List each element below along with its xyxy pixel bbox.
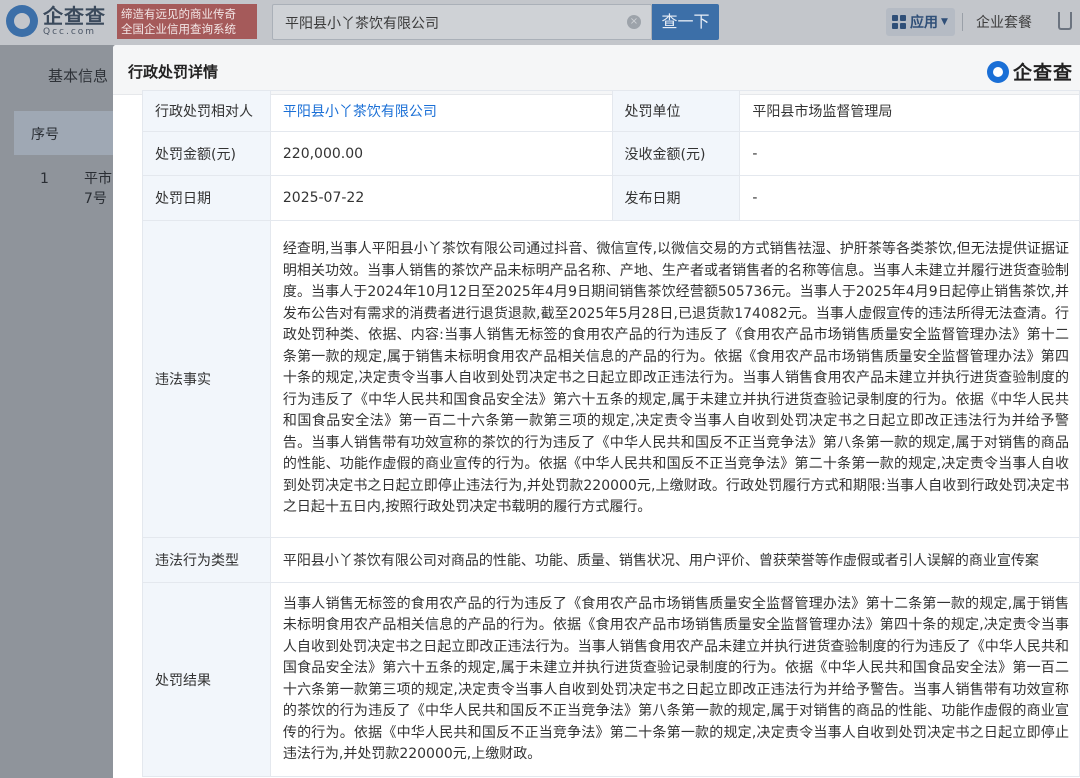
table-row: 处罚结果 当事人销售无标签的食用农产品的行为违反了《食用农产品市场销售质量安全监… — [142, 582, 1080, 777]
table-row: 处罚金额(元) 220,000.00 没收金额(元) - — [142, 131, 1080, 176]
search-input[interactable]: 平阳县小丫茶饮有限公司 × — [272, 4, 652, 40]
facts-label: 违法事实 — [142, 220, 271, 538]
row-text: 平市 7号 — [84, 169, 112, 209]
enterprise-package-link[interactable]: 企业套餐 — [976, 12, 1032, 32]
grid-icon — [892, 15, 906, 29]
penalty-detail-dialog: 行政处罚详情 企查查 行政处罚相对人 平阳县小丫茶饮有限公司 处罚单位 平阳县市… — [113, 45, 1080, 778]
penalty-detail-table: 行政处罚相对人 平阳县小丫茶饮有限公司 处罚单位 平阳县市场监督管理局 处罚金额… — [142, 90, 1080, 777]
column-header-index: 序号 — [31, 127, 59, 143]
tab-basic-info[interactable]: 基本信息 — [48, 65, 108, 86]
amount-label: 处罚金额(元) — [142, 131, 271, 176]
row-text-line-1: 平市 — [84, 171, 112, 187]
dialog-header: 行政处罚详情 企查查 — [113, 45, 1080, 95]
confiscated-label: 没收金额(元) — [611, 131, 741, 176]
publish-label: 发布日期 — [611, 175, 741, 221]
date-label: 处罚日期 — [142, 175, 271, 221]
clear-icon[interactable]: × — [627, 15, 641, 29]
slogan-line-1: 缔造有远见的商业传奇 — [121, 7, 236, 21]
slogan-line-2: 全国企业信用查询系统 — [121, 22, 236, 36]
table-row: 违法事实 经查明,当事人平阳县小丫茶饮有限公司通过抖音、微信宣传,以微信交易的方… — [142, 220, 1080, 538]
search-button[interactable]: 查一下 — [652, 4, 719, 40]
cup-icon[interactable] — [1058, 12, 1072, 30]
site-logo[interactable]: 企查查 Qcc.com — [6, 5, 106, 37]
apps-menu-label: 应用 — [910, 15, 938, 31]
facts-value: 经查明,当事人平阳县小丫茶饮有限公司通过抖音、微信宣传,以微信交易的方式销售祛湿… — [269, 220, 1080, 538]
dialog-title: 行政处罚详情 — [128, 63, 219, 81]
unit-label: 处罚单位 — [611, 90, 741, 132]
party-value-link[interactable]: 平阳县小丫茶饮有限公司 — [269, 90, 613, 132]
logo-icon — [6, 5, 38, 37]
search-input-value: 平阳县小丫茶饮有限公司 — [285, 16, 439, 32]
top-navigation-bar: 企查查 Qcc.com 缔造有远见的商业传奇 全国企业信用查询系统 平阳县小丫茶… — [0, 0, 1080, 45]
result-value: 当事人销售无标签的食用农产品的行为违反了《食用农产品市场销售质量安全监督管理办法… — [269, 582, 1080, 777]
table-header: 序号 — [14, 111, 114, 155]
table-row: 行政处罚相对人 平阳县小丫茶饮有限公司 处罚单位 平阳县市场监督管理局 — [142, 90, 1080, 132]
table-row: 处罚日期 2025-07-22 发布日期 - — [142, 175, 1080, 221]
amount-value: 220,000.00 — [269, 131, 613, 176]
publish-value: - — [739, 175, 1080, 221]
divider — [962, 13, 963, 31]
logo-name: 企查查 — [43, 4, 106, 28]
brand-name: 企查查 — [1013, 62, 1074, 84]
confiscated-value: - — [739, 131, 1080, 176]
table-row: 违法行为类型 平阳县小丫茶饮有限公司对商品的性能、功能、质量、销售状况、用户评价… — [142, 537, 1080, 583]
apps-menu-button[interactable]: 应用 ▼ — [886, 8, 955, 36]
unit-value: 平阳县市场监督管理局 — [739, 90, 1080, 132]
row-text-line-2: 7号 — [84, 191, 107, 207]
violation-type-label: 违法行为类型 — [142, 537, 271, 583]
row-index: 1 — [40, 171, 49, 187]
date-value: 2025-07-22 — [269, 175, 613, 221]
brand-logo: 企查查 — [987, 58, 1073, 85]
caret-down-icon: ▼ — [941, 17, 948, 27]
party-label: 行政处罚相对人 — [142, 90, 271, 132]
violation-type-value: 平阳县小丫茶饮有限公司对商品的性能、功能、质量、销售状况、用户评价、曾获荣誉等作… — [269, 537, 1080, 583]
slogan-banner: 缔造有远见的商业传奇 全国企业信用查询系统 — [117, 4, 257, 39]
brand-logo-icon — [987, 60, 1009, 83]
result-label: 处罚结果 — [142, 582, 271, 777]
logo-domain: Qcc.com — [43, 27, 97, 37]
